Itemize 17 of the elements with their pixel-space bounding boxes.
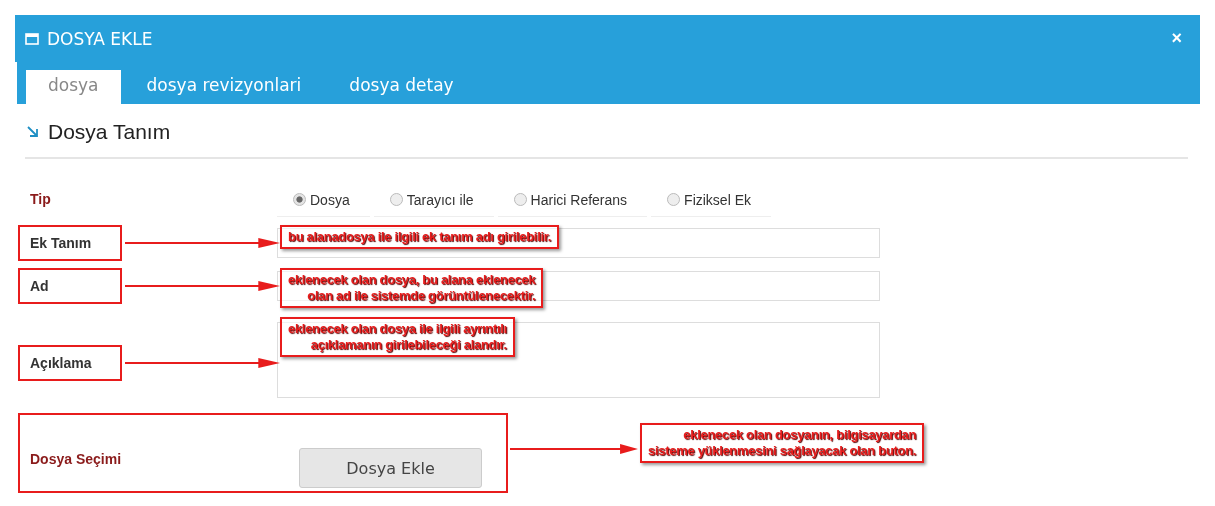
add-file-button[interactable]: Dosya Ekle bbox=[299, 448, 482, 488]
field-label: Tip bbox=[29, 190, 52, 209]
field-label: Ek Tanım bbox=[18, 224, 122, 261]
annotation-tooltip: eklenecek olan dosya ile ilgili ayrıntılı açıklamanın girilebileceği alandır. bbox=[280, 317, 515, 357]
field-label: Ad bbox=[18, 267, 122, 304]
window-title: DOSYA EKLE bbox=[47, 28, 154, 49]
annotation-tooltip: eklenecek olan dosya, bu alana eklenecek olan ad ile sistemde görüntülenecektir. bbox=[280, 268, 544, 308]
radio-option[interactable]: Tarayıcı ile bbox=[373, 181, 494, 217]
section-title: Dosya Tanım bbox=[48, 120, 171, 144]
tab[interactable]: dosya bbox=[26, 70, 121, 104]
radio-option[interactable]: Harici Referans bbox=[497, 181, 648, 217]
field-label: Açıklama bbox=[18, 345, 122, 381]
annotation-tooltip: bu alanadosya ile ilgili ek tanım adı girilebilir. bbox=[280, 225, 560, 249]
radio-option[interactable]: Dosya bbox=[277, 181, 370, 217]
radio-option[interactable]: Fiziksel Ek bbox=[651, 181, 771, 217]
annotation-tooltip: eklenecek olan dosyanın, bilgisayardan sisteme yüklenmesini sağlayacak olan buton. bbox=[640, 423, 925, 463]
field-label: Dosya Seçimi bbox=[29, 450, 123, 469]
